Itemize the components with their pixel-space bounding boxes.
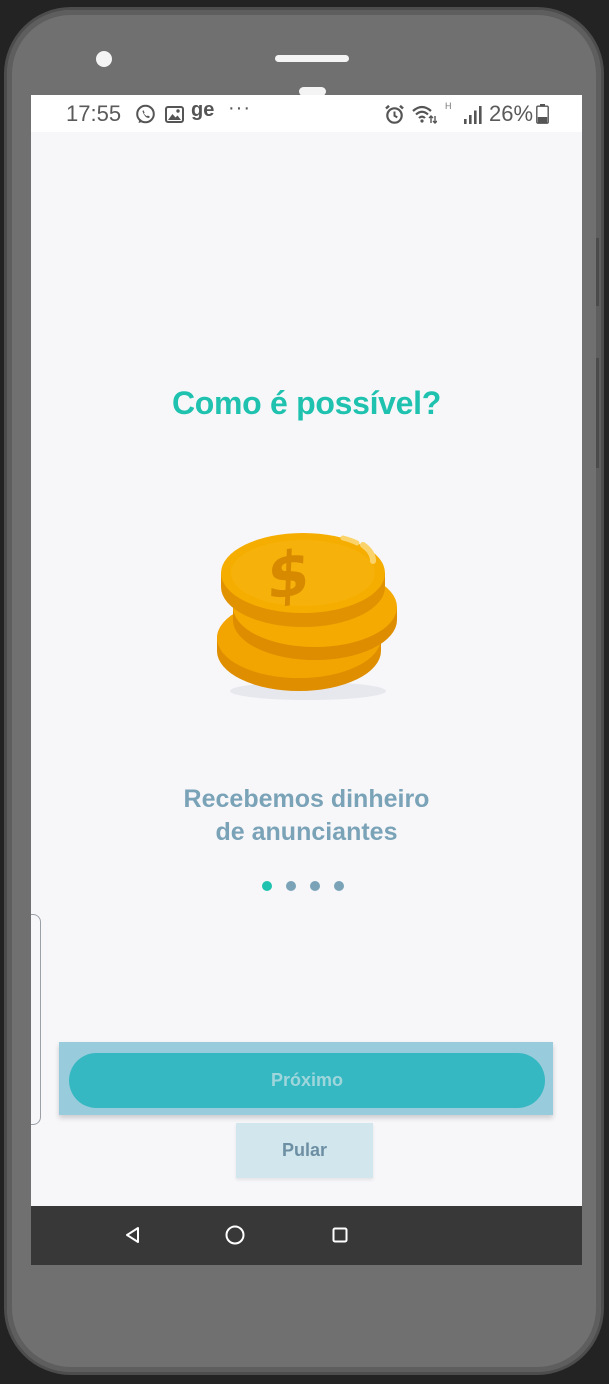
page-dot-4[interactable] [334, 881, 344, 891]
coins-icon: $ [213, 525, 403, 705]
svg-text:$: $ [266, 535, 311, 615]
alarm-icon [383, 104, 405, 124]
earpiece-speaker [275, 55, 349, 62]
subtitle-line-1: Recebemos dinheiro [183, 785, 430, 813]
skip-button[interactable]: Pular [236, 1123, 373, 1178]
signal-icon [463, 104, 483, 124]
network-type: H [445, 101, 452, 111]
next-button[interactable]: Próximo [69, 1053, 545, 1108]
onboarding-title: Como é possível? [171, 385, 442, 421]
wifi-icon [411, 104, 437, 124]
carrier-text: ge [191, 99, 215, 121]
status-bar: 17:55 ge ··· H 26% [31, 95, 582, 132]
edge-panel-handle[interactable] [31, 914, 41, 1125]
page-dot-1[interactable] [262, 881, 272, 891]
battery-icon [535, 104, 549, 124]
next-button-container: Próximo [59, 1042, 553, 1115]
battery-percent: 26% [489, 101, 534, 126]
back-icon[interactable] [121, 1223, 145, 1247]
volume-button [596, 238, 599, 306]
whatsapp-icon [134, 104, 156, 124]
recents-icon[interactable] [328, 1223, 352, 1247]
system-nav-bar [31, 1206, 582, 1265]
page-dot-2[interactable] [286, 881, 296, 891]
onboarding-subtitle: Recebemos dinheiro de anunciantes [31, 783, 582, 849]
page-indicator [262, 881, 344, 891]
power-button [596, 358, 599, 468]
page-dot-3[interactable] [310, 881, 320, 891]
subtitle-line-2: de anunciantes [215, 818, 398, 846]
app-screen: 17:55 ge ··· H 26% Como é possível? $ Re… [31, 95, 582, 1265]
more-notifications-indicator: ··· [228, 97, 251, 119]
image-icon [164, 104, 184, 124]
status-time: 17:55 [66, 101, 122, 126]
home-icon[interactable] [223, 1223, 247, 1247]
front-camera [96, 51, 112, 67]
